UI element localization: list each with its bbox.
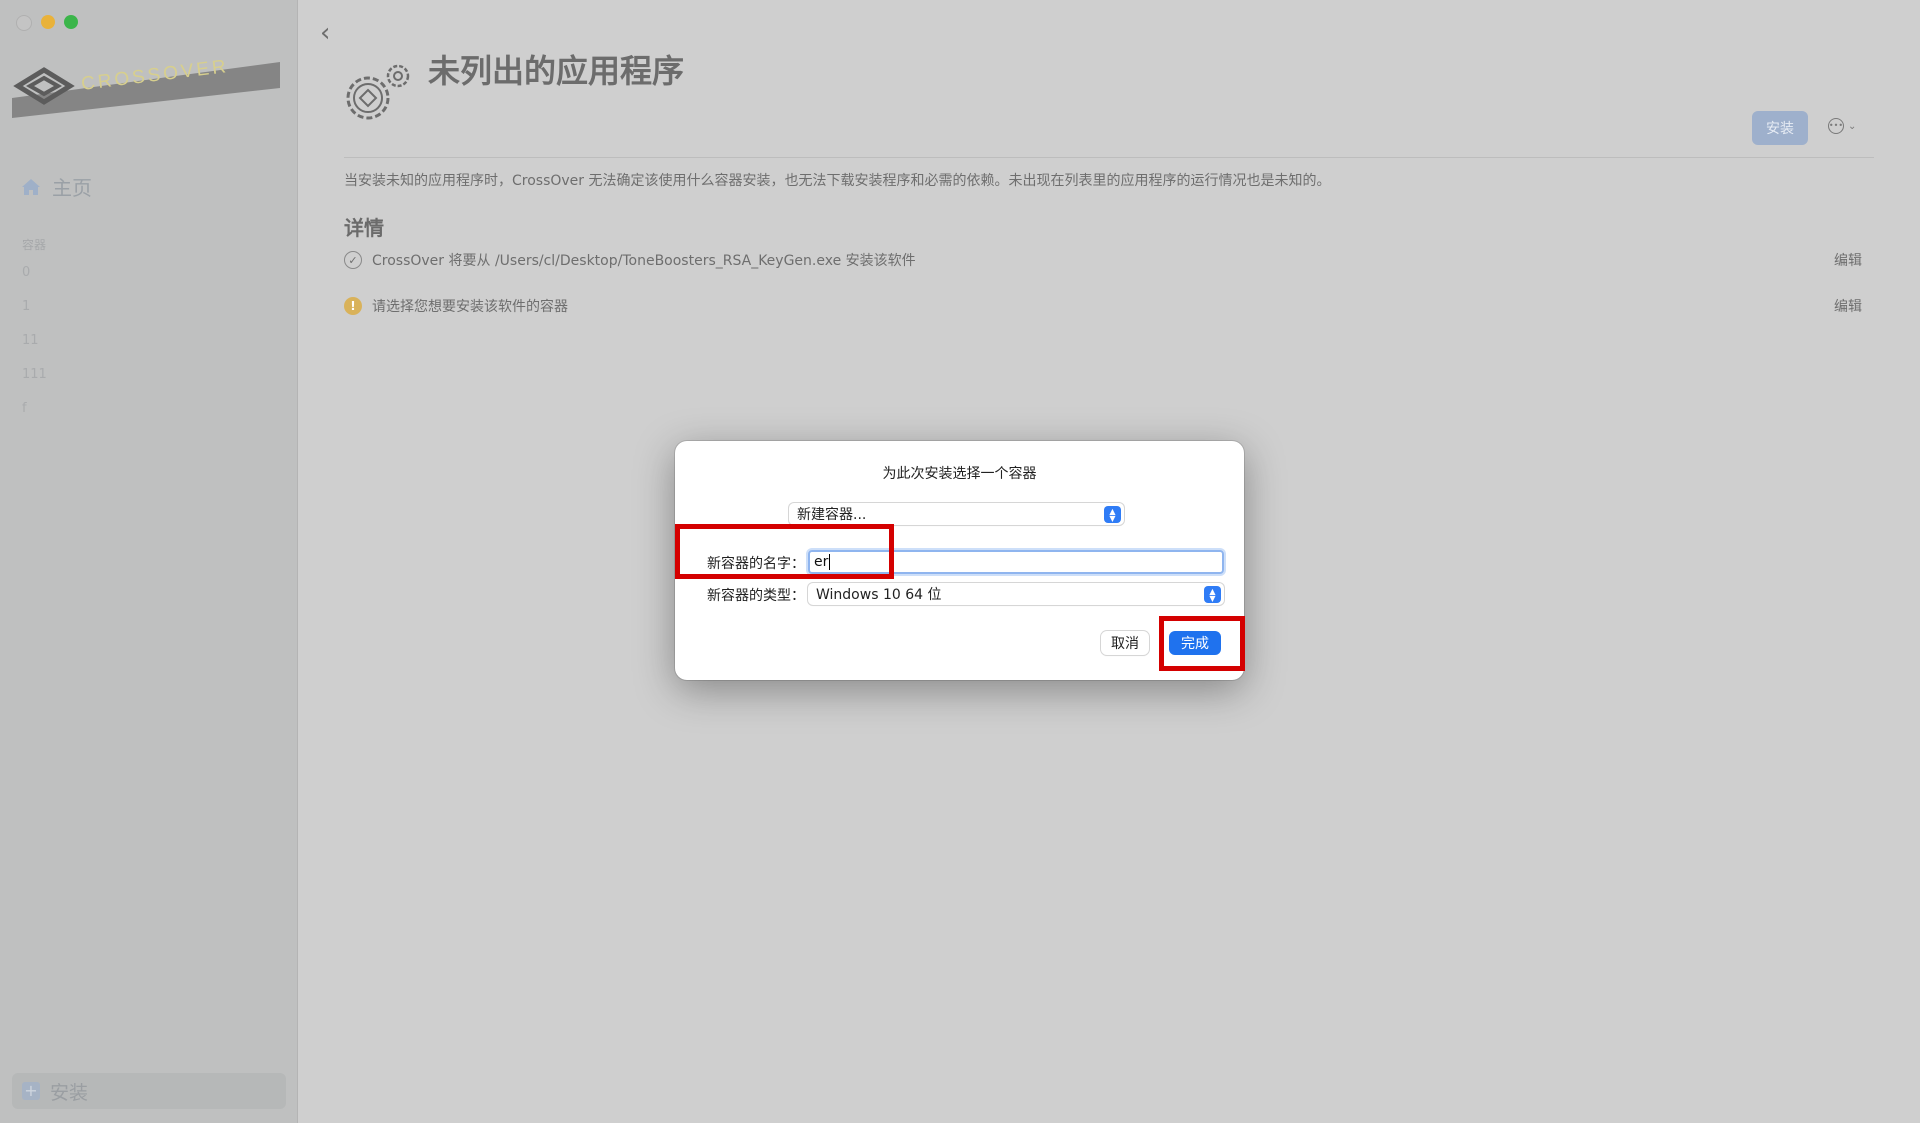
sidebar-item-container[interactable]: 111 [22, 367, 47, 382]
dialog-title: 为此次安装选择一个容器 [882, 466, 1037, 482]
container-name-input[interactable]: er [808, 550, 1224, 574]
sidebar-item-container[interactable]: 11 [22, 333, 39, 348]
plus-icon: + [22, 1082, 40, 1100]
sidebar-item-container[interactable]: 0 [22, 265, 30, 280]
gear-icon [346, 64, 410, 120]
page-title: 未列出的应用程序 [428, 52, 685, 90]
container-name-value: er [814, 554, 829, 570]
warning-icon: ! [344, 297, 362, 315]
checkmark-circle-icon: ✓ [344, 251, 362, 269]
details-heading: 详情 [344, 216, 384, 240]
window-controls [16, 15, 78, 31]
sidebar-install-button[interactable]: + 安装 [12, 1073, 286, 1109]
edit-link[interactable]: 编辑 [1834, 296, 1862, 316]
cancel-button[interactable]: 取消 [1101, 631, 1149, 655]
home-icon [22, 178, 40, 195]
minimize-window-button[interactable] [41, 15, 55, 29]
maximize-window-button[interactable] [64, 15, 78, 29]
container-type-select[interactable]: Windows 10 64 位 ▲ ▼ [808, 583, 1224, 605]
sidebar: CROSSOVER 主页 容器 0 1 11 111 f + 安装 [0, 0, 298, 1123]
description-text: 当安装未知的应用程序时，CrossOver 无法确定该使用什么容器安装，也无法下… [344, 173, 1331, 189]
done-button[interactable]: 完成 [1169, 631, 1221, 655]
container-select[interactable]: 新建容器... ▲ ▼ [789, 503, 1124, 525]
detail-row: ✓ CrossOver 将要从 /Users/cl/Desktop/ToneBo… [344, 248, 1874, 272]
back-chevron-icon[interactable]: ‹ [320, 18, 330, 48]
container-type-label: 新容器的类型： [707, 588, 805, 604]
container-select-value: 新建容器... [797, 507, 867, 523]
text-caret [829, 554, 831, 570]
detail-text: 请选择您想要安装该软件的容器 [372, 299, 568, 315]
sidebar-item-label: 主页 [52, 176, 92, 200]
sidebar-install-label: 安装 [50, 1081, 89, 1104]
choose-container-dialog: 为此次安装选择一个容器 新建容器... ▲ ▼ 新容器的名字： er 新容器的类型… [675, 441, 1244, 680]
divider [344, 157, 1874, 158]
detail-text: CrossOver 将要从 /Users/cl/Desktop/ToneBoos… [372, 253, 916, 269]
sidebar-item-home[interactable]: 主页 [20, 172, 92, 201]
select-stepper-icon: ▲ ▼ [1104, 506, 1121, 523]
containers-section-label: 容器 [22, 238, 47, 252]
crossover-logo: CROSSOVER [12, 58, 280, 118]
close-window-button[interactable] [16, 15, 32, 31]
edit-link[interactable]: 编辑 [1834, 250, 1862, 270]
select-stepper-icon: ▲ ▼ [1204, 586, 1221, 603]
container-name-label: 新容器的名字： [707, 556, 805, 572]
ellipsis-circle-icon: ••• [1828, 118, 1844, 134]
sidebar-item-container[interactable]: f [22, 401, 27, 416]
detail-row: ! 请选择您想要安装该软件的容器 编辑 [344, 294, 1874, 318]
more-menu[interactable]: ••• ⌄ [1828, 118, 1856, 134]
install-button[interactable]: 安装 [1752, 111, 1808, 145]
chevron-down-icon: ⌄ [1848, 120, 1857, 132]
sidebar-item-container[interactable]: 1 [22, 299, 30, 314]
container-type-value: Windows 10 64 位 [816, 587, 942, 603]
